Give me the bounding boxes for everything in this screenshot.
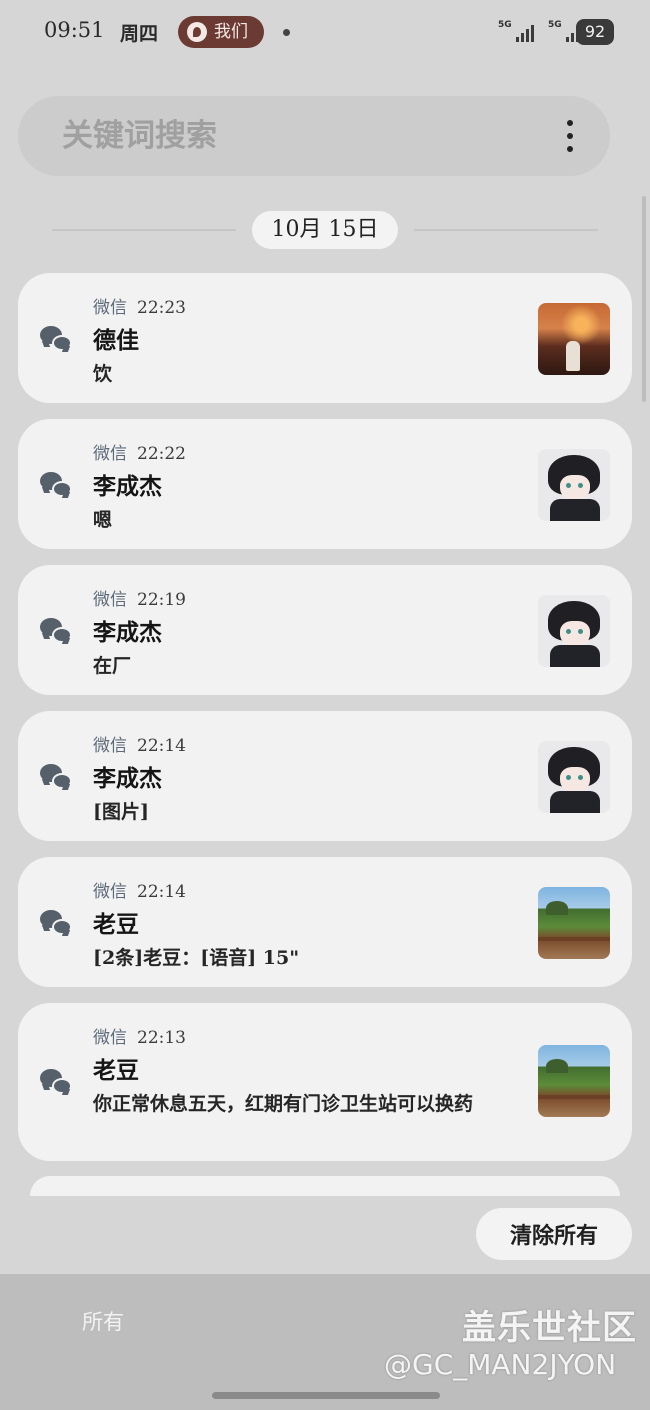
notification-time: 22:13	[137, 1028, 186, 1048]
search-input[interactable]	[62, 114, 502, 158]
notification-card-partial[interactable]	[30, 1176, 620, 1196]
sender-avatar	[538, 303, 610, 375]
notification-meta: 微信 22:14	[93, 731, 186, 756]
wechat-icon	[40, 326, 74, 354]
wechat-icon	[40, 910, 74, 938]
status-bar: 09:51 周四 我们 5G 5G 92	[0, 0, 650, 64]
notification-card[interactable]: 微信 22:13 老豆 你正常休息五天，红期有门诊卫生站可以换药	[18, 1003, 632, 1161]
sender-name: 李成杰	[93, 473, 162, 500]
divider-left	[52, 229, 236, 231]
notification-time: 22:14	[137, 736, 186, 756]
sender-name: 老豆	[93, 1057, 139, 1084]
notification-card[interactable]: 微信 22:19 李成杰 在厂	[18, 565, 632, 695]
watermark-community: 盖乐世社区	[462, 1308, 637, 1348]
status-time: 09:51	[44, 18, 105, 42]
notification-card[interactable]: 微信 22:14 李成杰 [图片]	[18, 711, 632, 841]
notification-dot-icon	[283, 29, 290, 36]
scrollbar[interactable]	[642, 196, 646, 402]
pill-label: 我们	[214, 22, 248, 42]
more-vertical-icon	[567, 120, 573, 126]
clear-all-button[interactable]: 清除所有	[476, 1208, 632, 1260]
app-name: 微信	[93, 298, 127, 318]
notification-card[interactable]: 微信 22:14 老豆 [2条]老豆：[语音] 15"	[18, 857, 632, 987]
notification-time: 22:23	[137, 298, 186, 318]
tab-all[interactable]: 所有	[82, 1306, 124, 1336]
notification-time: 22:14	[137, 882, 186, 902]
search-bar	[18, 96, 610, 176]
divider-right	[414, 229, 598, 231]
app-name: 微信	[93, 1028, 127, 1048]
app-name: 微信	[93, 444, 127, 464]
sender-name: 德佳	[93, 327, 139, 354]
notification-time: 22:22	[137, 444, 186, 464]
notification-card[interactable]: 微信 22:22 李成杰 嗯	[18, 419, 632, 549]
battery-icon: 92	[576, 19, 614, 45]
wechat-icon	[40, 1069, 74, 1097]
status-day: 周四	[120, 23, 159, 45]
message-preview: [图片]	[93, 801, 149, 823]
app-name: 微信	[93, 590, 127, 610]
message-preview: 嗯	[93, 509, 113, 531]
wechat-icon	[40, 764, 74, 792]
app-flame-icon	[187, 22, 207, 42]
app-name: 微信	[93, 736, 127, 756]
sender-avatar	[538, 595, 610, 667]
notification-time: 22:19	[137, 590, 186, 610]
notification-card[interactable]: 微信 22:23 德佳 饮	[18, 273, 632, 403]
sender-name: 李成杰	[93, 765, 162, 792]
sender-avatar	[538, 449, 610, 521]
sender-avatar	[538, 741, 610, 813]
notification-meta: 微信 22:14	[93, 877, 186, 902]
date-header: 10月 15日	[252, 211, 398, 249]
notification-meta: 微信 22:23	[93, 293, 186, 318]
message-preview: 你正常休息五天，红期有门诊卫生站可以换药	[93, 1093, 474, 1115]
wechat-icon	[40, 472, 74, 500]
sender-avatar	[538, 1045, 610, 1117]
wechat-icon	[40, 618, 74, 646]
home-indicator[interactable]	[212, 1392, 440, 1399]
message-preview: [2条]老豆：[语音] 15"	[93, 947, 300, 969]
app-name: 微信	[93, 882, 127, 902]
message-preview: 在厂	[93, 655, 132, 677]
ongoing-activity-pill[interactable]: 我们	[178, 16, 264, 48]
sender-avatar	[538, 887, 610, 959]
notification-meta: 微信 22:22	[93, 439, 186, 464]
sender-name: 李成杰	[93, 619, 162, 646]
message-preview: 饮	[93, 363, 113, 385]
notification-meta: 微信 22:19	[93, 585, 186, 610]
sender-name: 老豆	[93, 911, 139, 938]
watermark-handle: @GC_MAN2JYON	[384, 1348, 617, 1381]
notification-meta: 微信 22:13	[93, 1023, 186, 1048]
more-options-button[interactable]	[548, 114, 592, 158]
